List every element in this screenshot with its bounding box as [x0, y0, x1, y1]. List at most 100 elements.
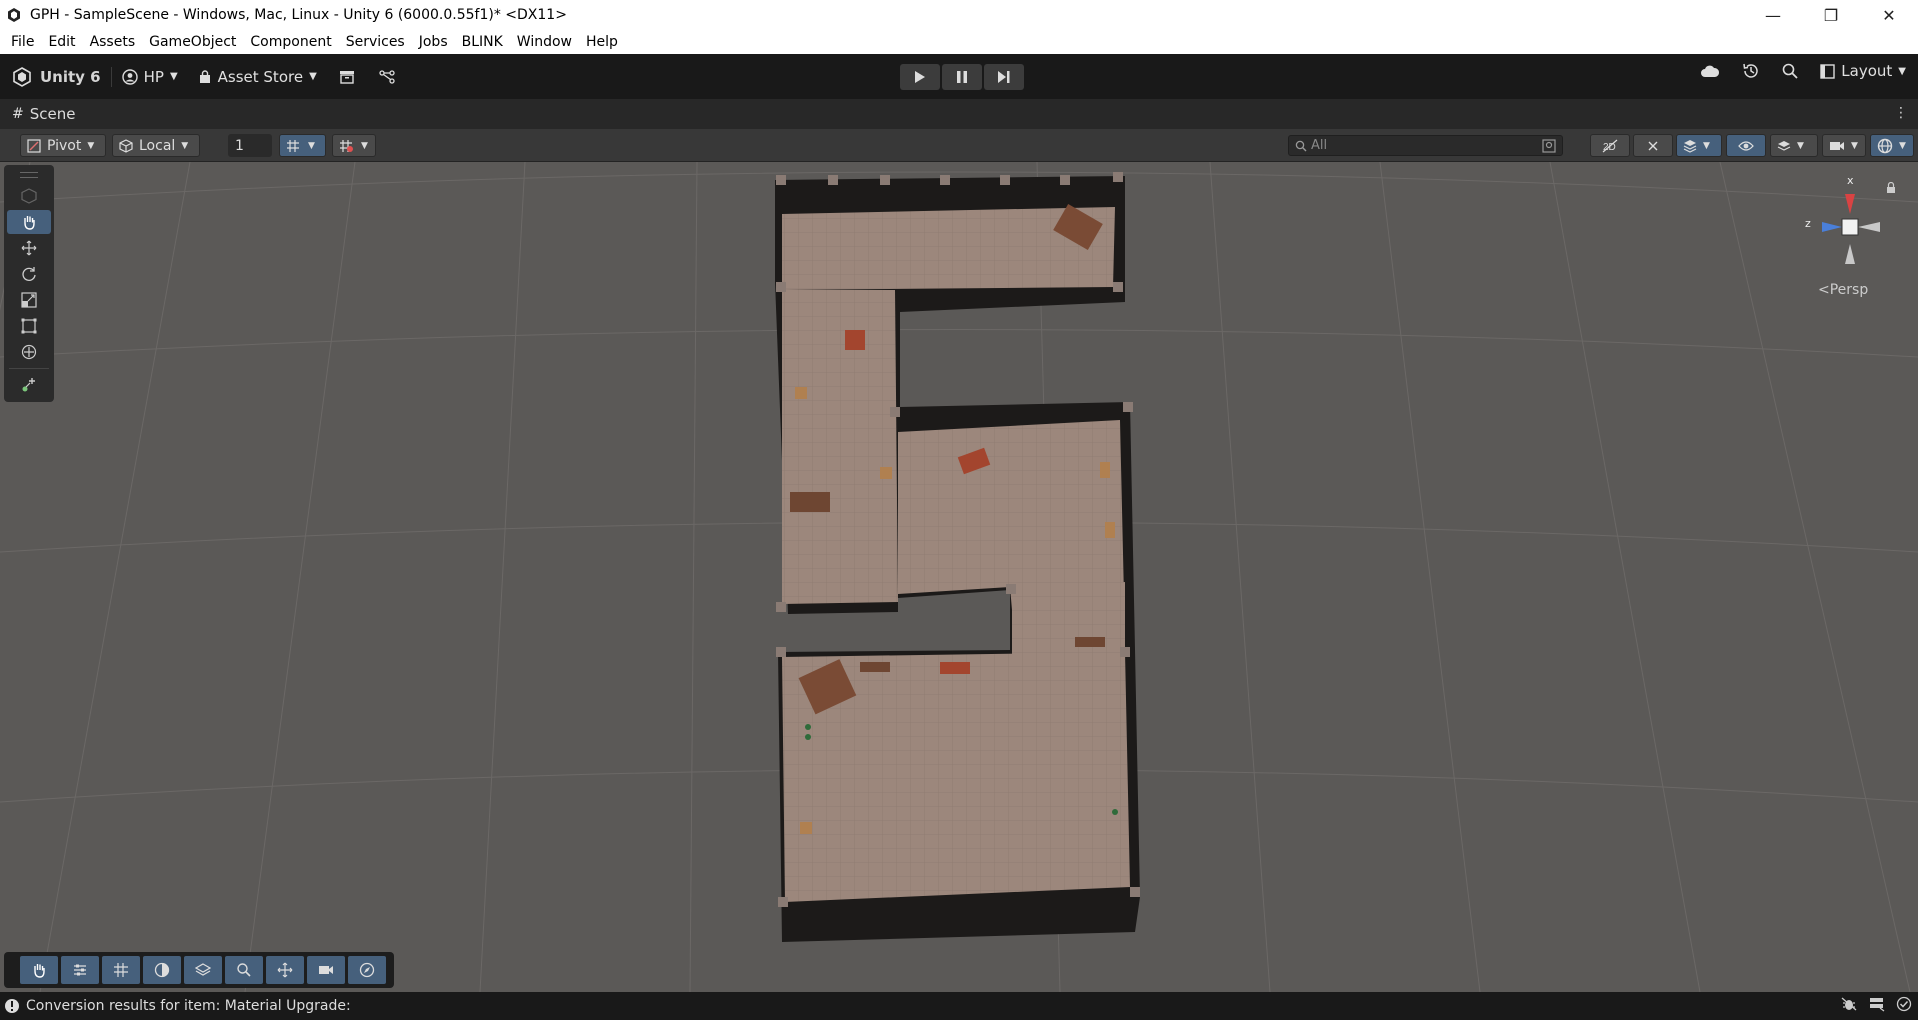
step-button[interactable] — [984, 64, 1024, 90]
check-circle-icon[interactable] — [1896, 996, 1912, 1012]
hand-icon — [34, 964, 45, 978]
stacked-layers-icon — [1777, 140, 1791, 151]
menu-edit[interactable]: Edit — [41, 34, 82, 50]
archive-icon — [339, 70, 354, 84]
more-options-icon[interactable]: ⋮ — [1894, 105, 1908, 121]
lighting-toggle[interactable] — [1633, 134, 1673, 157]
grid-snap-dropdown[interactable]: ▼ — [279, 134, 326, 157]
drag-handle-icon[interactable] — [20, 172, 38, 178]
scene-viewport[interactable] — [0, 162, 1918, 992]
cache-server-icon[interactable] — [1868, 996, 1886, 1012]
effects-dropdown[interactable]: ▼ — [1676, 134, 1722, 157]
scale-tool[interactable] — [7, 288, 51, 312]
grid-hash-icon: # — [12, 106, 24, 122]
play-button[interactable] — [900, 64, 940, 90]
play-icon — [915, 71, 925, 83]
gizmos-dropdown[interactable]: ▼ — [1870, 134, 1914, 157]
sliders-icon — [74, 964, 86, 976]
scene-layers-dropdown[interactable]: ▼ — [1770, 134, 1818, 157]
hierarchy-search-field[interactable]: All — [1288, 135, 1563, 156]
rect-transform-icon — [21, 318, 37, 334]
layout-dropdown[interactable]: Layout ▼ — [1820, 62, 1906, 80]
overlay-toolbar — [4, 952, 394, 988]
pivot-dropdown[interactable]: Pivot ▼ — [20, 134, 106, 157]
tab-scene[interactable]: # Scene — [0, 105, 75, 123]
overlay-hand-button[interactable] — [20, 956, 58, 984]
rotate-tool[interactable] — [7, 262, 51, 286]
history-icon[interactable] — [1742, 62, 1760, 80]
branch-icon — [379, 69, 395, 84]
cloud-icon[interactable] — [1700, 64, 1720, 78]
pause-button[interactable] — [942, 64, 982, 90]
search-options-icon[interactable] — [1542, 138, 1556, 153]
transform-tool[interactable] — [7, 340, 51, 364]
shopping-bag-icon — [199, 69, 210, 83]
status-message[interactable]: Conversion results for item: Material Up… — [26, 998, 351, 1014]
tools-overlay — [4, 165, 54, 402]
gizmo-z-label: z — [1805, 217, 1811, 230]
rotate-icon — [22, 267, 36, 281]
grid-size-field[interactable]: 1 — [228, 134, 272, 157]
pause-icon — [957, 71, 967, 83]
chevron-down-icon: ▼ — [169, 71, 178, 82]
increment-snap-dropdown[interactable]: ▼ — [332, 134, 376, 157]
scene-tab-bar: # Scene ⋮ — [0, 99, 1918, 129]
archive-button[interactable] — [339, 70, 355, 84]
version-control-button[interactable] — [379, 69, 395, 84]
move-tool[interactable] — [7, 236, 51, 260]
restore-button[interactable]: ❐ — [1802, 0, 1860, 30]
rect-tool[interactable] — [7, 314, 51, 338]
level-layout — [775, 172, 1140, 942]
unity-product-label: Unity 6 — [40, 67, 101, 86]
camera-settings-dropdown[interactable]: ▼ — [1822, 134, 1866, 157]
bug-icon[interactable] — [1840, 996, 1858, 1012]
view-tool-placeholder — [7, 184, 51, 208]
chevron-down-icon: ▼ — [308, 140, 315, 151]
hand-icon — [24, 216, 35, 230]
pivot-icon — [27, 138, 41, 153]
layout-icon — [1820, 63, 1835, 79]
unity-6-button[interactable]: Unity 6 — [12, 66, 101, 87]
projection-toggle[interactable]: <Persp — [1818, 282, 1868, 298]
gizmo-x-label: x — [1847, 174, 1854, 187]
layers-icon — [195, 963, 211, 976]
chevron-down-icon: ▼ — [1898, 65, 1906, 77]
compass-icon — [359, 962, 375, 978]
local-dropdown[interactable]: Local ▼ — [112, 134, 200, 157]
overlay-search-button[interactable] — [225, 956, 263, 984]
overlay-move-button[interactable] — [266, 956, 304, 984]
local-label: Local — [139, 137, 176, 154]
overlay-camera-button[interactable] — [307, 956, 345, 984]
overlay-grid-button[interactable] — [102, 956, 140, 984]
local-cube-icon — [119, 138, 133, 153]
lock-icon[interactable] — [1886, 182, 1896, 194]
grid-icon — [114, 963, 128, 977]
custom-tool[interactable] — [7, 373, 51, 397]
svg-text:2D: 2D — [1603, 142, 1616, 153]
minimize-button[interactable]: — — [1744, 0, 1802, 30]
overlay-layers-button[interactable] — [184, 956, 222, 984]
menu-file[interactable]: File — [4, 34, 41, 50]
toolbar-divider — [110, 66, 112, 87]
menu-gameobject[interactable]: GameObject — [142, 34, 243, 50]
menu-jobs[interactable]: Jobs — [412, 34, 455, 50]
overlay-shading-button[interactable] — [143, 956, 181, 984]
close-button[interactable]: ✕ — [1860, 0, 1918, 30]
chevron-down-icon: ▼ — [309, 71, 317, 82]
asset-store-dropdown[interactable]: Asset Store ▼ — [198, 68, 317, 86]
menu-help[interactable]: Help — [579, 34, 625, 50]
main-toolbar: Unity 6 HP ▼ Asset Store ▼ Layout ▼ — [0, 54, 1918, 99]
title-bar: GPH - SampleScene - Windows, Mac, Linux … — [0, 0, 1918, 30]
hand-tool[interactable] — [7, 210, 51, 234]
account-dropdown[interactable]: HP ▼ — [121, 68, 178, 86]
search-icon[interactable] — [1782, 63, 1798, 79]
draw-mode-toggle[interactable]: 2D — [1590, 134, 1630, 157]
overlay-navigation-button[interactable] — [348, 956, 386, 984]
menu-services[interactable]: Services — [339, 34, 412, 50]
overlay-settings-button[interactable] — [61, 956, 99, 984]
visibility-toggle[interactable] — [1726, 134, 1766, 157]
menu-blink[interactable]: BLINK — [455, 34, 510, 50]
menu-component[interactable]: Component — [243, 34, 338, 50]
menu-window[interactable]: Window — [510, 34, 579, 50]
menu-assets[interactable]: Assets — [83, 34, 143, 50]
